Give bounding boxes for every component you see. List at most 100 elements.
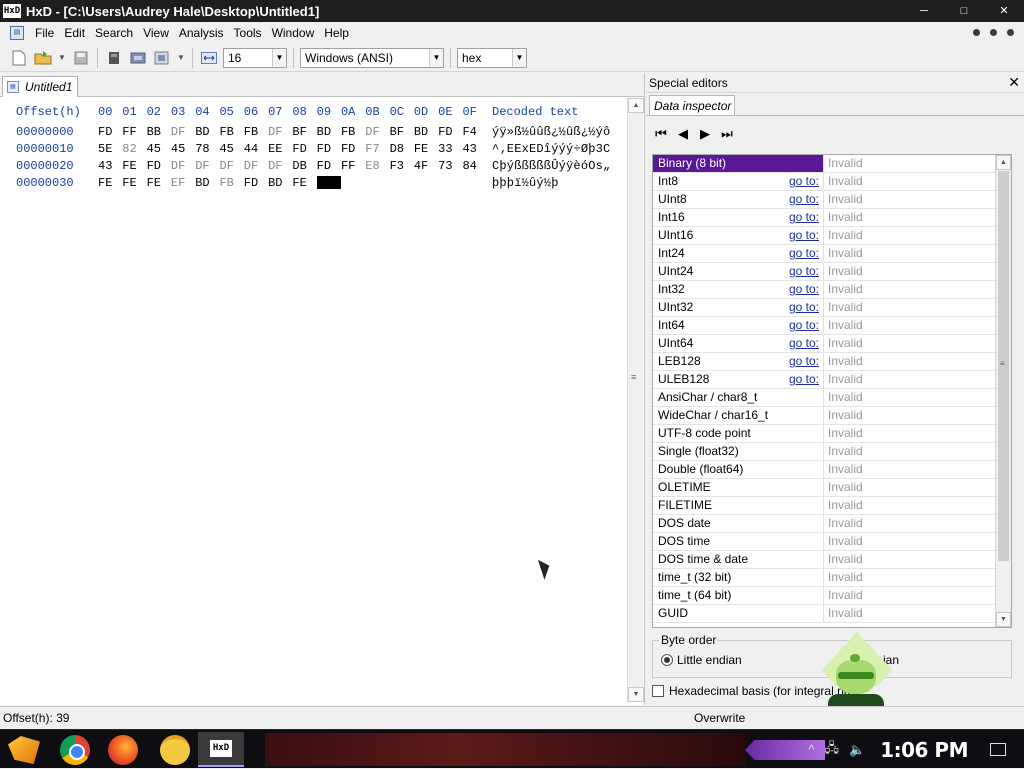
goto-link[interactable]: go to: xyxy=(789,299,819,316)
menu-help[interactable]: Help xyxy=(319,22,354,44)
dot-icon[interactable] xyxy=(973,29,980,36)
previous-record-icon[interactable]: ◀ xyxy=(676,126,690,142)
hex-byte[interactable]: F3 xyxy=(390,159,414,173)
editor-vertical-scrollbar[interactable]: ▲ ≡ ▼ xyxy=(627,98,644,702)
start-button-icon[interactable] xyxy=(8,736,40,764)
inspector-value[interactable]: Invalid xyxy=(824,479,1011,496)
hex-byte[interactable]: BF xyxy=(390,125,414,139)
hex-byte[interactable]: BD xyxy=(414,125,438,139)
file-explorer-taskbar-icon[interactable] xyxy=(160,735,190,765)
hex-byte[interactable]: 5E xyxy=(98,142,122,156)
inspector-value[interactable]: Invalid xyxy=(824,425,1011,442)
hex-byte[interactable]: BD xyxy=(317,125,341,139)
hex-byte[interactable]: 45 xyxy=(171,142,195,156)
maximize-button[interactable]: □ xyxy=(944,0,984,22)
chevron-down-icon[interactable]: ▼ xyxy=(58,49,66,67)
hex-byte[interactable]: EE xyxy=(268,142,292,156)
hex-byte[interactable]: 43 xyxy=(462,142,486,156)
bytes-per-row-select[interactable]: 16 ▼ xyxy=(223,47,287,68)
hex-byte[interactable]: FE xyxy=(292,176,316,190)
goto-link[interactable]: go to: xyxy=(789,245,819,262)
scroll-up-icon[interactable]: ▲ xyxy=(996,155,1011,170)
disk-icon[interactable] xyxy=(105,49,123,67)
decoded-text[interactable]: þþþï½ûý½þ xyxy=(492,176,559,190)
inspector-vertical-scrollbar[interactable]: ▲ ≡ ▼ xyxy=(995,155,1011,627)
inspector-value[interactable]: Invalid xyxy=(824,281,1011,298)
hex-byte[interactable]: FE xyxy=(147,176,171,190)
chevron-down-icon[interactable]: ▼ xyxy=(177,49,185,67)
menu-window[interactable]: Window xyxy=(267,22,320,44)
inspector-row[interactable]: Single (float32) Invalid xyxy=(653,443,1011,461)
dot-icon[interactable] xyxy=(990,29,997,36)
inspector-value[interactable]: Invalid xyxy=(824,497,1011,514)
inspector-row[interactable]: ULEB128 go to: Invalid xyxy=(653,371,1011,389)
inspector-row[interactable]: DOS date Invalid xyxy=(653,515,1011,533)
inspector-value[interactable]: Invalid xyxy=(824,389,1011,406)
status-edit-mode[interactable]: Overwrite xyxy=(694,711,745,725)
hex-byte[interactable] xyxy=(316,176,341,190)
goto-link[interactable]: go to: xyxy=(789,191,819,208)
hex-byte[interactable]: DF xyxy=(365,125,389,139)
inspector-value[interactable]: Invalid xyxy=(824,173,1011,190)
decoded-text[interactable]: ýÿ»ß½ûûß¿½ûß¿½ýô xyxy=(492,125,610,139)
hex-byte[interactable]: 84 xyxy=(462,159,486,173)
hex-byte[interactable]: 73 xyxy=(438,159,462,173)
inspector-value[interactable]: Invalid xyxy=(824,515,1011,532)
menu-tools[interactable]: Tools xyxy=(229,22,267,44)
decoded-text[interactable]: CþýßßßßßÛýÿèóOs„ xyxy=(492,159,610,173)
network-icon[interactable]: 🖧 xyxy=(825,739,840,761)
goto-link[interactable]: go to: xyxy=(789,317,819,334)
hex-byte[interactable]: FD xyxy=(244,176,268,190)
hex-byte[interactable]: DB xyxy=(292,159,316,173)
goto-link[interactable]: go to: xyxy=(789,209,819,226)
hex-byte[interactable]: FD xyxy=(317,159,341,173)
goto-link[interactable]: go to: xyxy=(789,263,819,280)
inspector-value[interactable]: Invalid xyxy=(824,209,1011,226)
hex-byte[interactable]: FD xyxy=(317,142,341,156)
inspector-row[interactable]: Int8 go to: Invalid xyxy=(653,173,1011,191)
inspector-value[interactable]: Invalid xyxy=(824,263,1011,280)
inspector-row[interactable]: time_t (64 bit) Invalid xyxy=(653,587,1011,605)
hex-byte[interactable]: D8 xyxy=(390,142,414,156)
little-endian-radio[interactable] xyxy=(661,654,673,666)
hex-byte[interactable]: FF xyxy=(341,159,365,173)
last-record-icon[interactable]: ⏭ xyxy=(720,126,734,142)
chrome-taskbar-icon[interactable] xyxy=(60,735,90,765)
hex-byte[interactable]: BD xyxy=(195,176,219,190)
open-folder-icon[interactable] xyxy=(34,49,52,67)
inspector-row[interactable]: DOS time & date Invalid xyxy=(653,551,1011,569)
inspector-value[interactable]: Invalid xyxy=(824,155,1011,172)
chevron-down-icon[interactable]: ▼ xyxy=(429,48,443,67)
scroll-grip-icon[interactable]: ≡ xyxy=(631,372,636,382)
inspector-row[interactable]: WideChar / char16_t Invalid xyxy=(653,407,1011,425)
hex-byte[interactable]: 45 xyxy=(147,142,171,156)
dot-icon[interactable] xyxy=(1007,29,1014,36)
ram-icon[interactable] xyxy=(129,49,147,67)
goto-link[interactable]: go to: xyxy=(789,371,819,388)
inspector-value[interactable]: Invalid xyxy=(824,353,1011,370)
document-icon[interactable]: ▤ xyxy=(10,26,24,40)
inspector-row[interactable]: LEB128 go to: Invalid xyxy=(653,353,1011,371)
inspector-value[interactable]: Invalid xyxy=(824,335,1011,352)
hex-byte[interactable]: BB xyxy=(147,125,171,139)
next-record-icon[interactable]: ▶ xyxy=(698,126,712,142)
close-icon[interactable]: ✕ xyxy=(1008,74,1020,91)
inspector-row[interactable]: Double (float64) Invalid xyxy=(653,461,1011,479)
inspector-row[interactable]: AnsiChar / char8_t Invalid xyxy=(653,389,1011,407)
first-record-icon[interactable]: ⏮ xyxy=(654,126,668,142)
hex-byte[interactable]: FF xyxy=(122,125,146,139)
inspector-value[interactable]: Invalid xyxy=(824,569,1011,586)
inspector-value[interactable]: Invalid xyxy=(824,533,1011,550)
menu-search[interactable]: Search xyxy=(90,22,138,44)
hex-byte[interactable]: DF xyxy=(171,125,195,139)
hex-byte[interactable]: F4 xyxy=(462,125,486,139)
inspector-row[interactable]: Int24 go to: Invalid xyxy=(653,245,1011,263)
volume-icon[interactable]: 🔈 xyxy=(849,742,865,758)
hex-byte[interactable]: DF xyxy=(244,159,268,173)
inspector-value[interactable]: Invalid xyxy=(824,227,1011,244)
offset-base-select[interactable]: hex ▼ xyxy=(457,47,527,68)
hex-byte[interactable]: FD xyxy=(292,142,316,156)
hex-byte[interactable]: 44 xyxy=(244,142,268,156)
hex-byte[interactable]: FB xyxy=(219,176,243,190)
inspector-value[interactable]: Invalid xyxy=(824,551,1011,568)
